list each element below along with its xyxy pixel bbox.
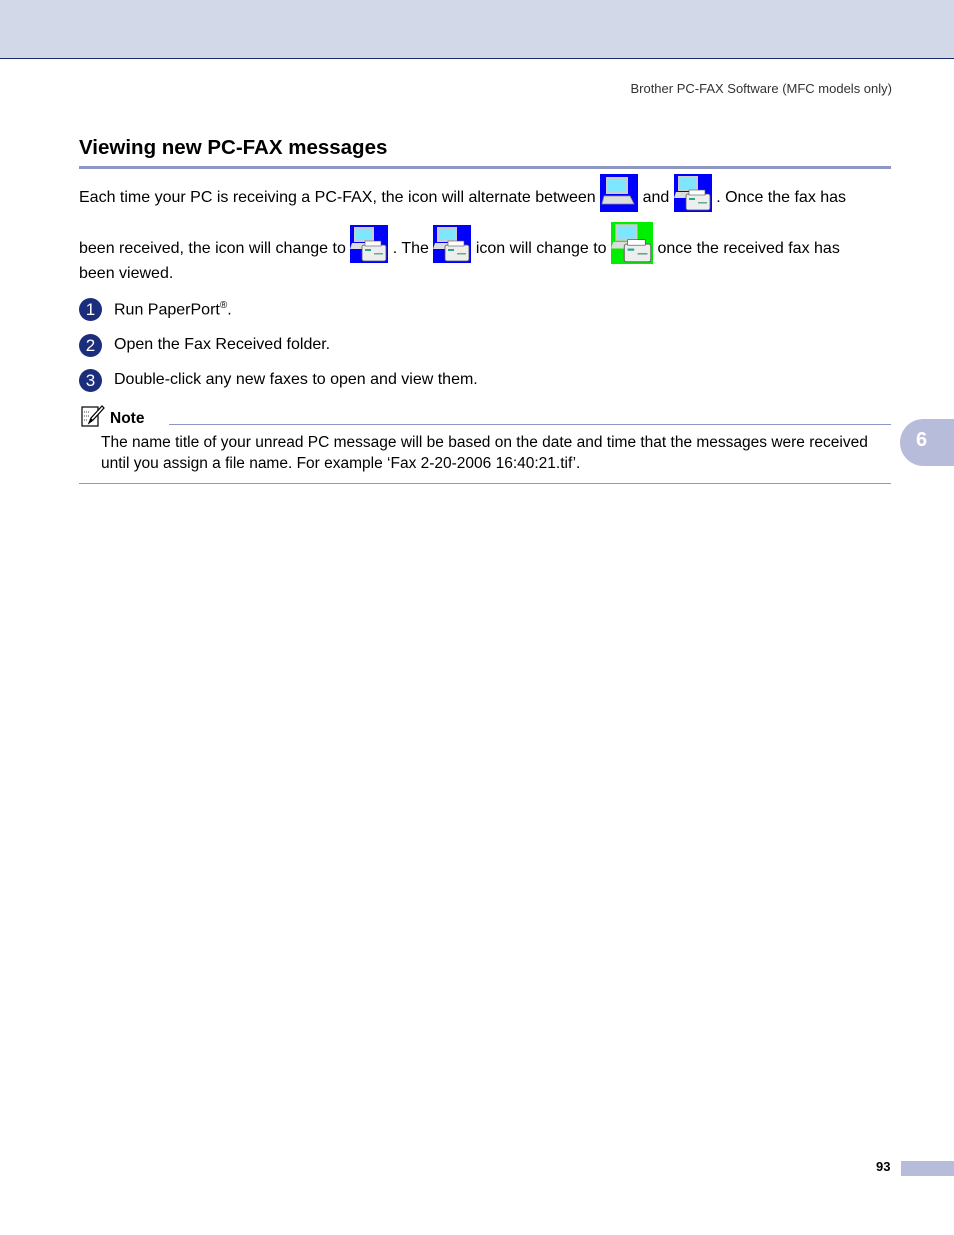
step-text: Open the Fax Received folder. (114, 336, 331, 353)
text: and (642, 189, 670, 207)
step-text: Double-click any new faxes to open and v… (114, 371, 478, 388)
section-title: Viewing new PC-FAX messages (79, 136, 891, 169)
note-text: The name title of your unread PC message… (101, 434, 868, 472)
fax-received-icon (350, 225, 389, 263)
text: . The (392, 240, 429, 258)
text: Each time your PC is receiving a PC-FAX,… (79, 189, 596, 207)
paragraph-line-2: been received, the icon will change to .… (79, 222, 840, 264)
text: . Once the fax has (716, 189, 847, 207)
note-bottom-divider (79, 483, 891, 484)
fax-viewed-icon (611, 222, 654, 264)
chapter-number: 6 (916, 429, 928, 451)
text: Run PaperPort (114, 301, 220, 319)
text: been received, the icon will change to (79, 240, 346, 258)
running-head: Brother PC-FAX Software (MFC models only… (630, 81, 892, 96)
step-number-badge: 1 (79, 298, 102, 321)
paragraph-line-1: Each time your PC is receiving a PC-FAX,… (79, 174, 847, 212)
step-number-badge: 3 (79, 369, 102, 392)
chapter-tab: 6 (900, 419, 954, 466)
step-text: Run PaperPort®. (114, 300, 232, 319)
step-number-badge: 2 (79, 334, 102, 357)
note-label: Note (110, 410, 145, 427)
pc-fax-receiving-icon (673, 174, 712, 212)
fax-received-icon (433, 225, 472, 263)
text: icon will change to (475, 240, 607, 258)
footer-bar (901, 1161, 954, 1176)
page-number: 93 (876, 1159, 891, 1174)
pc-receiving-icon (600, 174, 639, 212)
header-band (0, 0, 954, 59)
paragraph-line-3: been viewed. (79, 265, 174, 282)
text: . (227, 301, 232, 319)
text: once the received fax has (657, 240, 840, 258)
note-divider (169, 424, 891, 425)
note-pencil-icon (81, 404, 105, 428)
note-header: Note (81, 404, 891, 428)
